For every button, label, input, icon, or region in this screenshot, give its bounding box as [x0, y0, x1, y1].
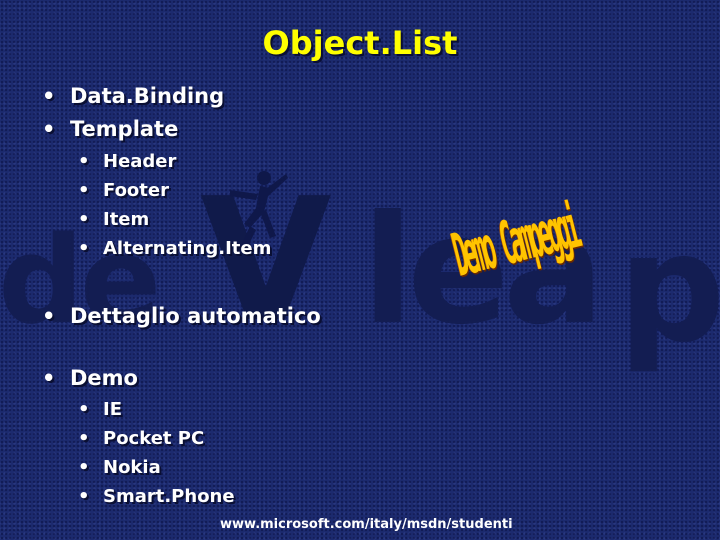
list-item-text: Smart.Phone	[103, 486, 235, 507]
list-item-text: Pocket PC	[103, 428, 205, 449]
list-item-text: Footer	[103, 180, 169, 201]
list-item-text: Nokia	[103, 457, 161, 478]
list-item-text: Header	[103, 151, 177, 172]
list-item: • Smart.Phone	[78, 486, 235, 507]
list-item-text: IE	[103, 399, 122, 420]
list-item-text: Template	[70, 117, 179, 141]
slide-title: Object.List	[262, 24, 458, 62]
list-item-text: Demo	[70, 366, 138, 390]
list-item-text: Data.Binding	[70, 84, 225, 108]
bullet-marker: •	[42, 84, 56, 108]
bullet-marker: •	[78, 238, 90, 259]
list-item: • Data.Binding	[42, 84, 224, 108]
list-item: • Template	[42, 117, 178, 141]
list-item: • Footer	[78, 180, 169, 201]
bullet-marker: •	[78, 457, 90, 478]
bullet-marker: •	[78, 486, 90, 507]
list-item-text: Item	[103, 209, 150, 230]
list-item: • Alternating.Item	[78, 238, 271, 259]
list-item-text: Alternating.Item	[103, 238, 272, 259]
watermark-p: p	[618, 202, 720, 376]
bullet-marker: •	[42, 304, 56, 328]
bullet-marker: •	[42, 366, 56, 390]
bullet-marker: •	[78, 399, 90, 420]
bullet-marker: •	[78, 180, 90, 201]
footer-url: www.microsoft.com/italy/msdn/studenti	[220, 517, 513, 532]
list-item: • Header	[78, 151, 176, 172]
bullet-marker: •	[78, 209, 90, 230]
bullet-marker: •	[78, 151, 90, 172]
list-item-text: Dettaglio automatico	[70, 304, 321, 328]
list-item: • IE	[78, 399, 122, 420]
list-item: • Demo	[42, 366, 138, 390]
bullet-marker: •	[42, 117, 56, 141]
list-item: • Item	[78, 209, 149, 230]
list-item: • Dettaglio automatico	[42, 304, 321, 328]
sticker-text: Demo Campeggi	[446, 193, 585, 292]
list-item: • Pocket PC	[78, 428, 204, 449]
list-item: • Nokia	[78, 457, 161, 478]
bullet-marker: •	[78, 428, 90, 449]
